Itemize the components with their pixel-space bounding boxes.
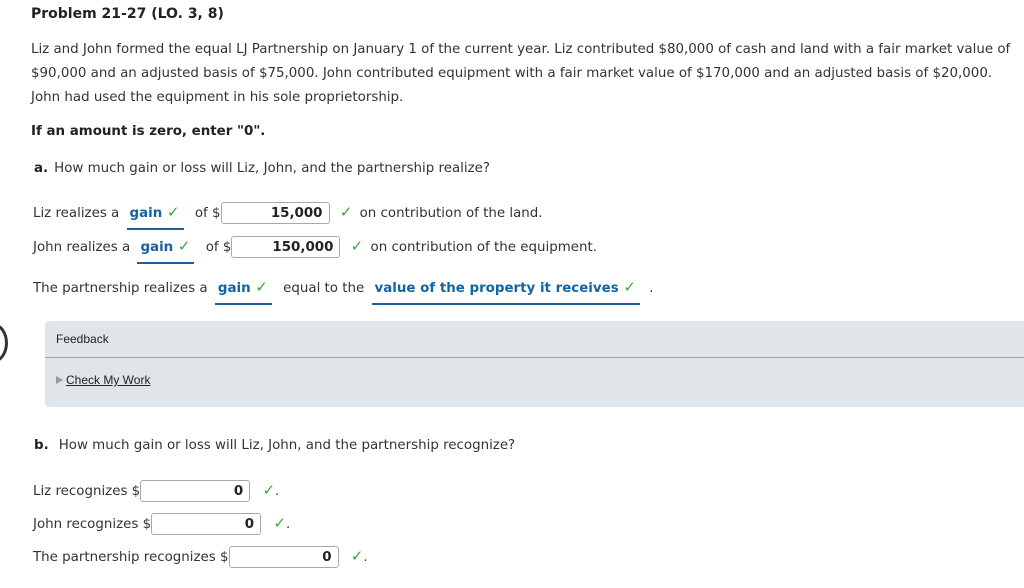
expand-triangle-icon [56, 376, 63, 384]
liz-realizes-label: Liz realizes a [33, 206, 120, 221]
check-icon: ✓ [350, 237, 364, 255]
liz-recognizes-row: Liz recognizes $0 ✓. [33, 478, 279, 502]
john-realizes-suffix: on contribution of the equipment. [370, 240, 597, 255]
john-recognizes-label: John recognizes $ [33, 517, 152, 532]
part-b-letter: b. [34, 438, 49, 453]
check-icon: ✓ [273, 514, 286, 532]
problem-title: Problem 21-27 (LO. 3, 8) [31, 6, 224, 22]
partnership-realizes-label: The partnership realizes a [33, 281, 208, 296]
partnership-suffix: . [649, 281, 654, 296]
check-my-work-link[interactable]: Check My Work [56, 373, 150, 387]
part-b-question: b. How much gain or loss will Liz, John, … [34, 438, 515, 453]
check-icon: ✓ [177, 237, 191, 255]
liz-recognizes-suffix: . [275, 484, 280, 499]
instruction-note: If an amount is zero, enter "0". [31, 124, 266, 139]
liz-recognized-amount-input[interactable]: 0 [140, 480, 251, 502]
john-selection-text: gain [140, 240, 174, 255]
check-icon: ✓ [255, 278, 268, 296]
john-of-label: of $ [205, 240, 232, 255]
check-icon: ✓ [350, 547, 364, 565]
problem-description: Liz and John formed the equal LJ Partner… [31, 42, 1011, 105]
liz-realizes-row: Liz realizes a gain ✓ of $15,000 ✓ on co… [33, 200, 543, 230]
feedback-title: Feedback [56, 332, 109, 346]
feedback-divider [45, 357, 1024, 358]
part-a-letter: a. [34, 161, 49, 176]
check-icon: ✓ [166, 203, 180, 221]
partnership-realizes-row: The partnership realizes a gain ✓ equal … [33, 275, 654, 305]
check-icon: ✓ [262, 481, 276, 499]
john-recognizes-row: John recognizes $0 ✓. [33, 511, 290, 535]
liz-of-label: of $ [194, 206, 221, 221]
liz-recognizes-label: Liz recognizes $ [33, 484, 141, 499]
check-my-work-text: Check My Work [66, 373, 151, 387]
partnership-recognizes-label: The partnership recognizes $ [33, 550, 229, 565]
john-recognized-amount-input[interactable]: 0 [151, 513, 262, 535]
liz-selection-text: gain [129, 206, 163, 221]
circle-icon [0, 323, 8, 363]
partnership-gain-loss-select[interactable]: gain ✓ [214, 275, 272, 305]
liz-realizes-suffix: on contribution of the land. [359, 206, 543, 221]
check-icon: ✓ [339, 203, 353, 221]
partnership-selection-text: gain [217, 281, 251, 296]
part-b-question-text: How much gain or loss will Liz, John, an… [58, 438, 516, 453]
liz-gain-loss-select[interactable]: gain ✓ [126, 200, 184, 230]
john-realized-amount-input[interactable]: 150,000 [231, 236, 341, 258]
partnership-middle-label: equal to the [283, 281, 365, 296]
partnership-recognizes-suffix: . [363, 550, 368, 565]
partnership-value-select[interactable]: value of the property it receives ✓ [371, 275, 640, 305]
john-gain-loss-select[interactable]: gain ✓ [137, 234, 195, 264]
feedback-panel: Feedback Check My Work [45, 321, 1024, 407]
john-realizes-row: John realizes a gain ✓ of $150,000 ✓ on … [33, 234, 597, 264]
check-icon: ✓ [623, 278, 636, 296]
john-realizes-label: John realizes a [33, 240, 131, 255]
part-a-question-text: How much gain or loss will Liz, John, an… [54, 161, 490, 176]
john-recognizes-suffix: . [285, 517, 291, 532]
partnership-selection2-text: value of the property it receives [374, 281, 619, 296]
liz-realized-amount-input[interactable]: 15,000 [220, 202, 330, 224]
part-a-question: a. How much gain or loss will Liz, John, … [34, 161, 490, 176]
partnership-recognizes-row: The partnership recognizes $0 ✓. [33, 544, 368, 568]
partnership-recognized-amount-input[interactable]: 0 [228, 546, 339, 568]
